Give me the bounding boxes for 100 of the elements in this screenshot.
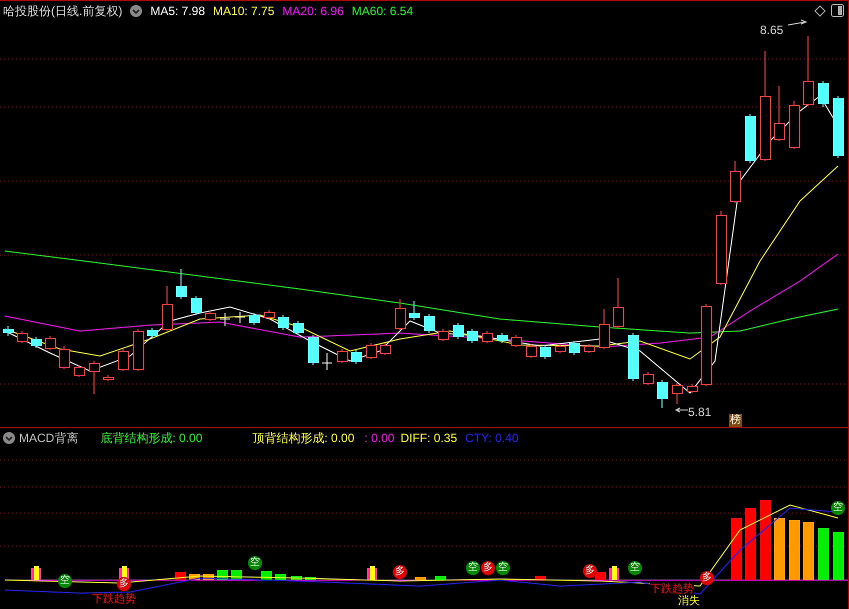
indicator-reading: DIFF: 0.35 xyxy=(400,430,458,447)
moving-average-reading: MA5: 7.98 xyxy=(150,3,206,20)
candlestick xyxy=(628,332,639,382)
indicator-reading: CTY: 0.40 xyxy=(465,430,518,447)
signal-marker: 空 xyxy=(248,556,262,570)
candlestick xyxy=(31,336,42,348)
signal-marker: 空 xyxy=(628,561,642,575)
candlestick xyxy=(74,364,85,378)
candlestick xyxy=(205,310,216,322)
candlestick xyxy=(438,328,449,342)
signal-bar xyxy=(367,566,377,580)
candlestick xyxy=(380,342,391,356)
histogram-bar xyxy=(745,508,756,580)
candlestick xyxy=(366,342,377,360)
candlestick xyxy=(672,382,683,404)
histogram-bar xyxy=(415,577,426,580)
candlestick xyxy=(745,114,756,164)
candlestick xyxy=(833,96,844,158)
histogram-bar xyxy=(291,576,302,580)
candlestick xyxy=(511,334,522,348)
histogram-bar xyxy=(833,532,844,580)
signal-marker: 空 xyxy=(831,501,845,515)
signal-marker: 多 xyxy=(700,571,714,585)
signal-bar xyxy=(609,566,619,580)
candlestick xyxy=(818,80,829,108)
price-arrow xyxy=(674,408,688,412)
histogram-bar xyxy=(595,572,606,580)
candlestick xyxy=(162,286,173,332)
histogram-bar xyxy=(803,522,814,580)
candlestick xyxy=(191,296,202,316)
indicator-title: MACD背离 xyxy=(19,430,78,447)
indicator-reading: 底背结构形成: 0.00 xyxy=(100,430,202,447)
candlestick xyxy=(3,326,14,336)
indicator-reading: : 0.00 xyxy=(364,430,394,447)
diamond-icon[interactable] xyxy=(814,5,826,17)
candlestick xyxy=(409,300,420,320)
low-price-label: 5.81 xyxy=(688,404,712,421)
signal-marker: 多 xyxy=(393,565,407,579)
signal-marker: 多 xyxy=(583,564,597,578)
rank-badge: 榜 xyxy=(729,414,742,427)
signal-bar xyxy=(31,566,41,580)
moving-average-reading: MA10: 7.75 xyxy=(213,3,274,20)
candlestick xyxy=(569,340,580,356)
dropdown-icon[interactable] xyxy=(130,5,142,17)
candlestick xyxy=(133,328,144,372)
candlestick xyxy=(599,308,610,350)
histogram-bar xyxy=(731,518,742,580)
signal-marker: 空 xyxy=(496,561,510,575)
signal-marker: 多 xyxy=(117,577,131,591)
candlestick xyxy=(803,36,814,106)
signal-note: 下跌趋势 xyxy=(92,593,136,605)
candlestick xyxy=(278,314,289,330)
histogram-bar xyxy=(435,576,446,580)
dropdown-icon[interactable] xyxy=(3,432,15,444)
price-arrow xyxy=(788,20,808,26)
stock-title: 哈投股份(日线.前复权) xyxy=(3,3,122,20)
candlestick xyxy=(657,380,668,408)
moving-average-reading: MA60: 6.54 xyxy=(352,3,414,20)
histogram-bar xyxy=(535,576,546,580)
candlestick xyxy=(774,86,785,142)
candlestick xyxy=(322,352,332,370)
candlestick xyxy=(264,310,275,320)
candlestick xyxy=(147,328,158,338)
candlestick xyxy=(17,330,28,344)
candlestick xyxy=(308,334,319,366)
candlestick xyxy=(234,312,246,324)
signal-bar xyxy=(119,566,129,580)
candlestick xyxy=(176,268,187,300)
candlestick xyxy=(730,160,741,204)
indicator-reading: 顶背结构形成: 0.00 xyxy=(252,430,354,447)
histogram-bar xyxy=(818,528,829,580)
signal-note: 下跌趋势 xyxy=(650,583,694,595)
candlestick xyxy=(220,312,230,326)
candlestick xyxy=(351,350,362,364)
candlestick xyxy=(453,322,464,340)
candlestick xyxy=(337,348,348,364)
histogram-bar xyxy=(774,518,785,580)
candlestick xyxy=(249,312,260,326)
candlestick xyxy=(613,278,624,328)
panel-toggle-icon[interactable] xyxy=(831,4,844,17)
candlestick xyxy=(395,298,406,330)
candlestick xyxy=(293,320,304,336)
histogram-bar xyxy=(789,520,800,580)
signal-marker: 空 xyxy=(466,561,480,575)
candlestick xyxy=(45,336,56,350)
candlestick xyxy=(482,330,493,344)
high-price-label: 8.65 xyxy=(760,22,784,39)
candlestick xyxy=(526,344,537,358)
candlestick xyxy=(118,348,129,372)
candlestick xyxy=(687,384,698,394)
candlestick xyxy=(89,360,100,394)
candlestick xyxy=(555,344,566,354)
candlestick xyxy=(584,344,595,354)
candlestick xyxy=(467,328,478,344)
candlestick xyxy=(643,372,654,386)
candlestick xyxy=(789,100,800,150)
candlestick xyxy=(540,344,551,360)
moving-average-reading: MA20: 6.96 xyxy=(282,3,344,20)
signal-note: 消失 xyxy=(678,595,700,607)
candlestick xyxy=(497,332,508,344)
